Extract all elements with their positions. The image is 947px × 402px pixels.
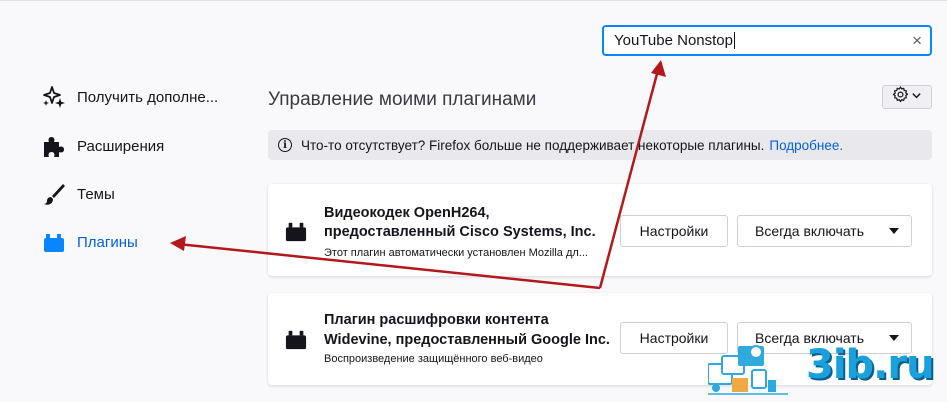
plugin-icon <box>42 230 66 254</box>
learn-more-link[interactable]: Подробнее. <box>769 138 843 153</box>
plugin-description: Воспроизведение защищённого веб-видео <box>324 353 543 365</box>
plugin-name: Плагин расшифровки контента <box>324 312 549 328</box>
site-watermark: 3ib.ru <box>707 340 940 396</box>
plugin-name: предоставленный Cisco Systems, Inc. <box>324 224 596 240</box>
sidebar-item-extensions[interactable]: Расширения <box>42 131 242 161</box>
dropdown-arrow-icon <box>889 228 899 234</box>
plugin-name: Видеокодек OpenH264, <box>324 205 490 221</box>
sidebar-item-label: Темы <box>77 185 115 203</box>
brush-icon <box>42 182 66 206</box>
top-divider <box>0 0 947 1</box>
watermark-text: 3ib.ru <box>806 342 935 388</box>
plugin-card-openh264[interactable]: Видеокодек OpenH264, предоставленный Cis… <box>268 184 932 276</box>
sidebar-item-label: Плагины <box>77 233 138 251</box>
sidebar-item-label: Получить дополне... <box>77 88 219 106</box>
page-title: Управление моими плагинами <box>268 89 537 110</box>
plugin-state-value: Всегда включать <box>755 223 865 239</box>
search-input[interactable]: YouTube Nonstop × <box>602 25 932 56</box>
plugin-settings-button[interactable]: Настройки <box>620 215 728 247</box>
sidebar-item-plugins[interactable]: Плагины <box>42 227 242 257</box>
missing-plugins-notice: i Что-то отсутствует? Firefox больше не … <box>268 130 932 160</box>
text-caret <box>733 32 735 49</box>
sidebar-item-label: Расширения <box>77 137 165 155</box>
search-input-value[interactable]: YouTube Nonstop <box>614 32 733 49</box>
plugin-state-select[interactable]: Всегда включать <box>737 215 912 247</box>
sparkle-icon <box>42 85 66 109</box>
plugin-icon <box>285 221 307 243</box>
sidebar-item-themes[interactable]: Темы <box>42 179 242 209</box>
sidebar-item-get-addons[interactable]: Получить дополне... <box>42 82 242 112</box>
chevron-down-icon <box>911 88 922 106</box>
tools-menu-button[interactable] <box>882 85 932 109</box>
clear-search-icon[interactable]: × <box>912 32 922 49</box>
plugin-description: Этот плагин автоматически установлен Moz… <box>324 247 588 259</box>
puzzle-icon <box>42 134 66 158</box>
info-icon: i <box>278 138 292 152</box>
notice-text: Что-то отсутствует? Firefox больше не по… <box>301 137 765 153</box>
gear-icon <box>892 86 909 108</box>
plugin-name: Widevine, предоставленный Google Inc. <box>324 332 610 348</box>
plugin-icon <box>285 329 307 351</box>
